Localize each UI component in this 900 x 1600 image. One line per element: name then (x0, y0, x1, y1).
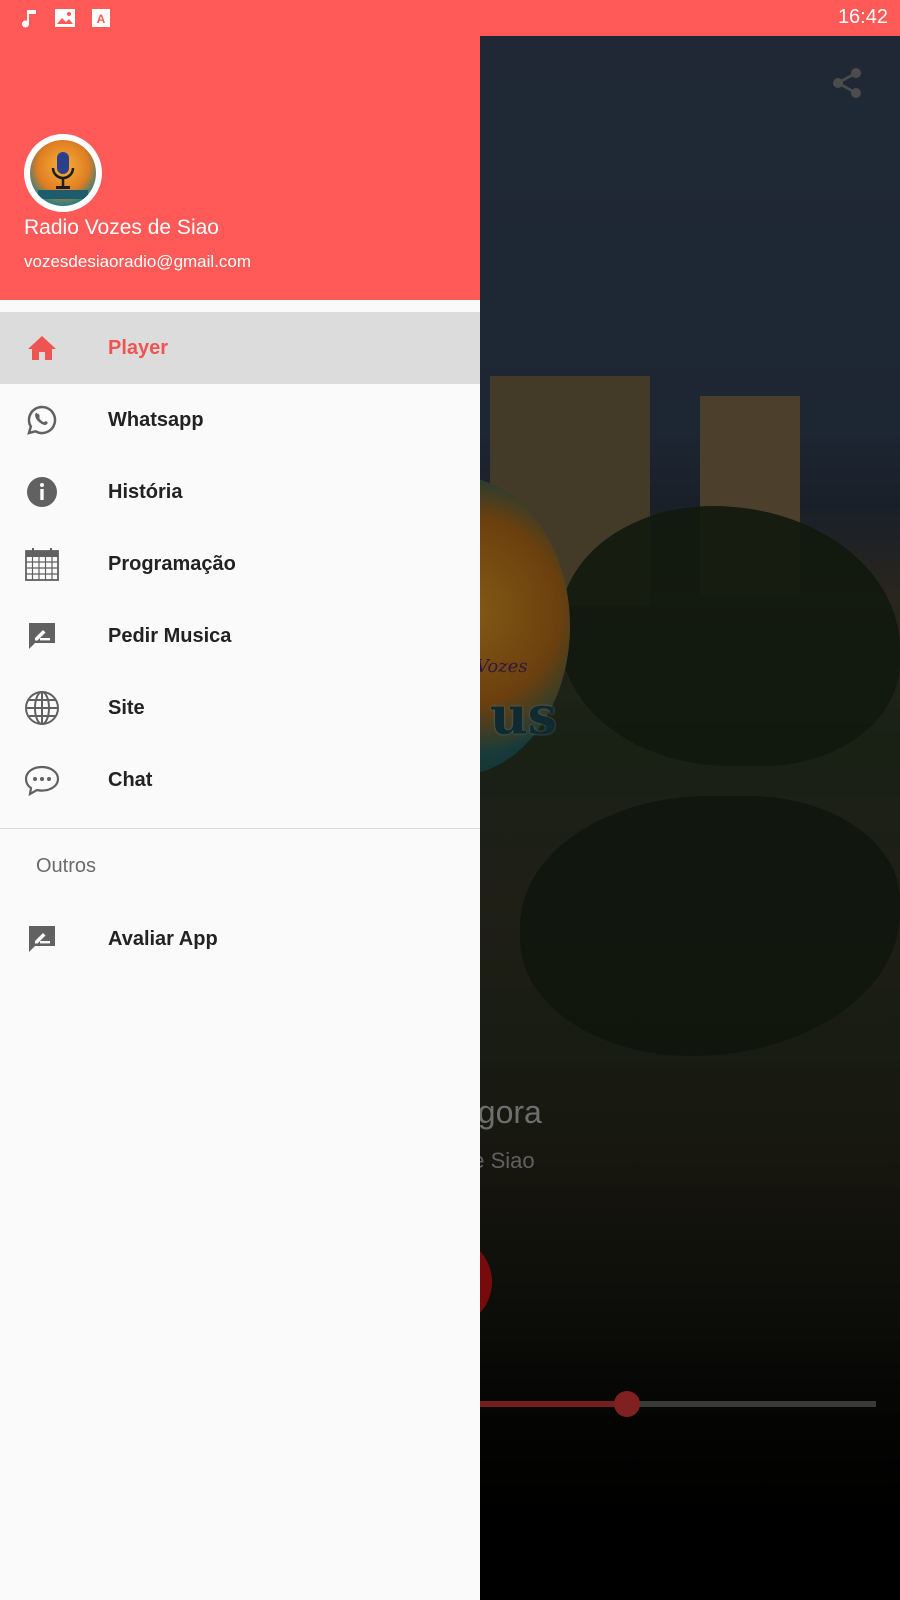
menu-item-label: Site (108, 696, 145, 719)
menu-item-label: Chat (108, 768, 153, 791)
font-app-icon: A (90, 7, 112, 29)
status-bar: A 16:42 (0, 0, 900, 36)
whatsapp-icon (24, 402, 60, 438)
menu-item-label: Whatsapp (108, 408, 204, 431)
menu-item-whatsapp[interactable]: Whatsapp (0, 384, 480, 456)
drawer-menu-secondary: Avaliar App (0, 903, 480, 975)
status-icons: A (18, 7, 112, 29)
drawer-menu: Player Whatsapp História Programação Ped… (0, 312, 480, 816)
drawer-account-name: Radio Vozes de Siao (24, 216, 219, 239)
chat-bubble-icon (24, 762, 60, 798)
navigation-drawer: Radio Vozes de Siao vozesdesiaoradio@gma… (0, 0, 480, 1600)
menu-item-pedir-musica[interactable]: Pedir Musica (0, 600, 480, 672)
info-icon (24, 474, 60, 510)
globe-icon (24, 690, 60, 726)
menu-item-chat[interactable]: Chat (0, 744, 480, 816)
section-title-outros: Outros (36, 855, 97, 877)
status-time: 16:42 (837, 6, 888, 28)
menu-divider (0, 828, 480, 829)
menu-item-historia[interactable]: História (0, 456, 480, 528)
menu-item-label: Avaliar App (108, 927, 218, 950)
menu-item-label: Programação (108, 552, 236, 575)
menu-item-player[interactable]: Player (0, 312, 480, 384)
rate-review-icon (24, 921, 60, 957)
menu-item-label: História (108, 480, 183, 503)
calendar-icon (24, 546, 60, 582)
svg-text:A: A (97, 12, 106, 26)
menu-item-label: Player (108, 336, 169, 359)
rate-review-icon (24, 618, 60, 654)
home-icon (24, 330, 60, 366)
avatar[interactable] (24, 134, 102, 212)
image-icon (54, 7, 76, 29)
music-note-icon (18, 7, 40, 29)
radio-logo-icon (30, 140, 96, 206)
drawer-account-email: vozesdesiaoradio@gmail.com (24, 252, 252, 271)
menu-item-avaliar-app[interactable]: Avaliar App (0, 903, 480, 975)
menu-item-programacao[interactable]: Programação (0, 528, 480, 600)
drawer-header: Radio Vozes de Siao vozesdesiaoradio@gma… (0, 36, 480, 300)
menu-item-label: Pedir Musica (108, 624, 232, 647)
menu-item-site[interactable]: Site (0, 672, 480, 744)
